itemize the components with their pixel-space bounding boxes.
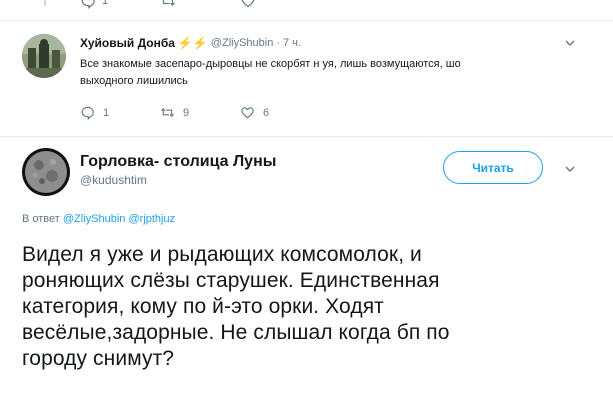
thread-line [44, 0, 46, 6]
chevron-down-icon[interactable] [563, 162, 577, 176]
mention-link[interactable]: @rjpthjuz [128, 213, 175, 225]
tweet-body-line: Видел я уже и рыдающих комсомолок, и [22, 243, 422, 266]
author-name[interactable]: Горловка- столица Луны [80, 153, 276, 171]
reply-action[interactable]: 1 [80, 0, 160, 10]
tweet-actions: 1 9 6 [80, 105, 320, 120]
timestamp[interactable]: 7 ч. [283, 37, 301, 49]
avatar[interactable] [22, 148, 70, 196]
reply-action[interactable]: 1 [80, 105, 160, 120]
mention-link[interactable]: @ZliyShubin [63, 213, 126, 225]
tweet-body-line: роняющих слёзы старушек. Единственная [22, 269, 440, 292]
tweet-body-line: категория, кому по й-это орки. Ходят [22, 295, 384, 318]
like-icon [241, 0, 255, 8]
like-action[interactable]: 6 [240, 105, 320, 120]
replying-to: В ответ @ZliyShubin @rjpthjuz [22, 213, 175, 225]
author-handle[interactable]: @ZliyShubin [211, 37, 274, 49]
author-name[interactable]: Хуйовый Донба [80, 36, 175, 50]
reply-icon [81, 0, 95, 9]
retweet-icon [161, 107, 174, 118]
retweet-action[interactable]: 9 [160, 105, 240, 120]
tweet-text-line: выходного лишились [80, 75, 188, 87]
previous-tweet-actions: 1 [80, 0, 320, 10]
reply-count: 1 [102, 0, 109, 7]
divider [0, 136, 613, 137]
like-count: 6 [263, 106, 270, 119]
follow-button[interactable]: Читать [443, 151, 543, 184]
lightning-emoji: ⚡⚡ [177, 36, 208, 50]
retweet-action[interactable] [160, 0, 240, 10]
reply-tweet-header: Хуйовый Донба ⚡⚡ @ZliyShubin · 7 ч. [80, 36, 301, 50]
main-tweet: Горловка- столица Луны @kudushtim Читать… [0, 140, 613, 403]
tweet-body-line: городу снимут? [22, 347, 175, 370]
chevron-down-icon[interactable] [563, 36, 577, 50]
like-icon [241, 107, 254, 119]
tweet-text-line: Все знакомые засепаро-дыровцы не скорбят… [80, 58, 461, 70]
replying-prefix: В ответ [22, 213, 60, 225]
reply-icon [81, 106, 94, 120]
reply-count: 1 [103, 106, 110, 119]
avatar[interactable] [22, 34, 66, 78]
tweet-body: Видел я уже и рыдающих комсомолок, и рон… [22, 242, 597, 372]
separator: · [276, 37, 281, 49]
retweet-count: 9 [183, 106, 190, 119]
like-action[interactable] [240, 0, 320, 10]
reply-tweet[interactable]: Хуйовый Донба ⚡⚡ @ZliyShubin · 7 ч. Все … [0, 22, 613, 132]
author-handle[interactable]: @kudushtim [80, 173, 147, 187]
divider [0, 20, 613, 21]
tweet-text: Все знакомые засепаро-дыровцы не скорбят… [80, 56, 580, 90]
tweet-body-line: весёлые,задорные. Не слышал когда бп по [22, 321, 450, 344]
retweet-icon [162, 0, 175, 6]
